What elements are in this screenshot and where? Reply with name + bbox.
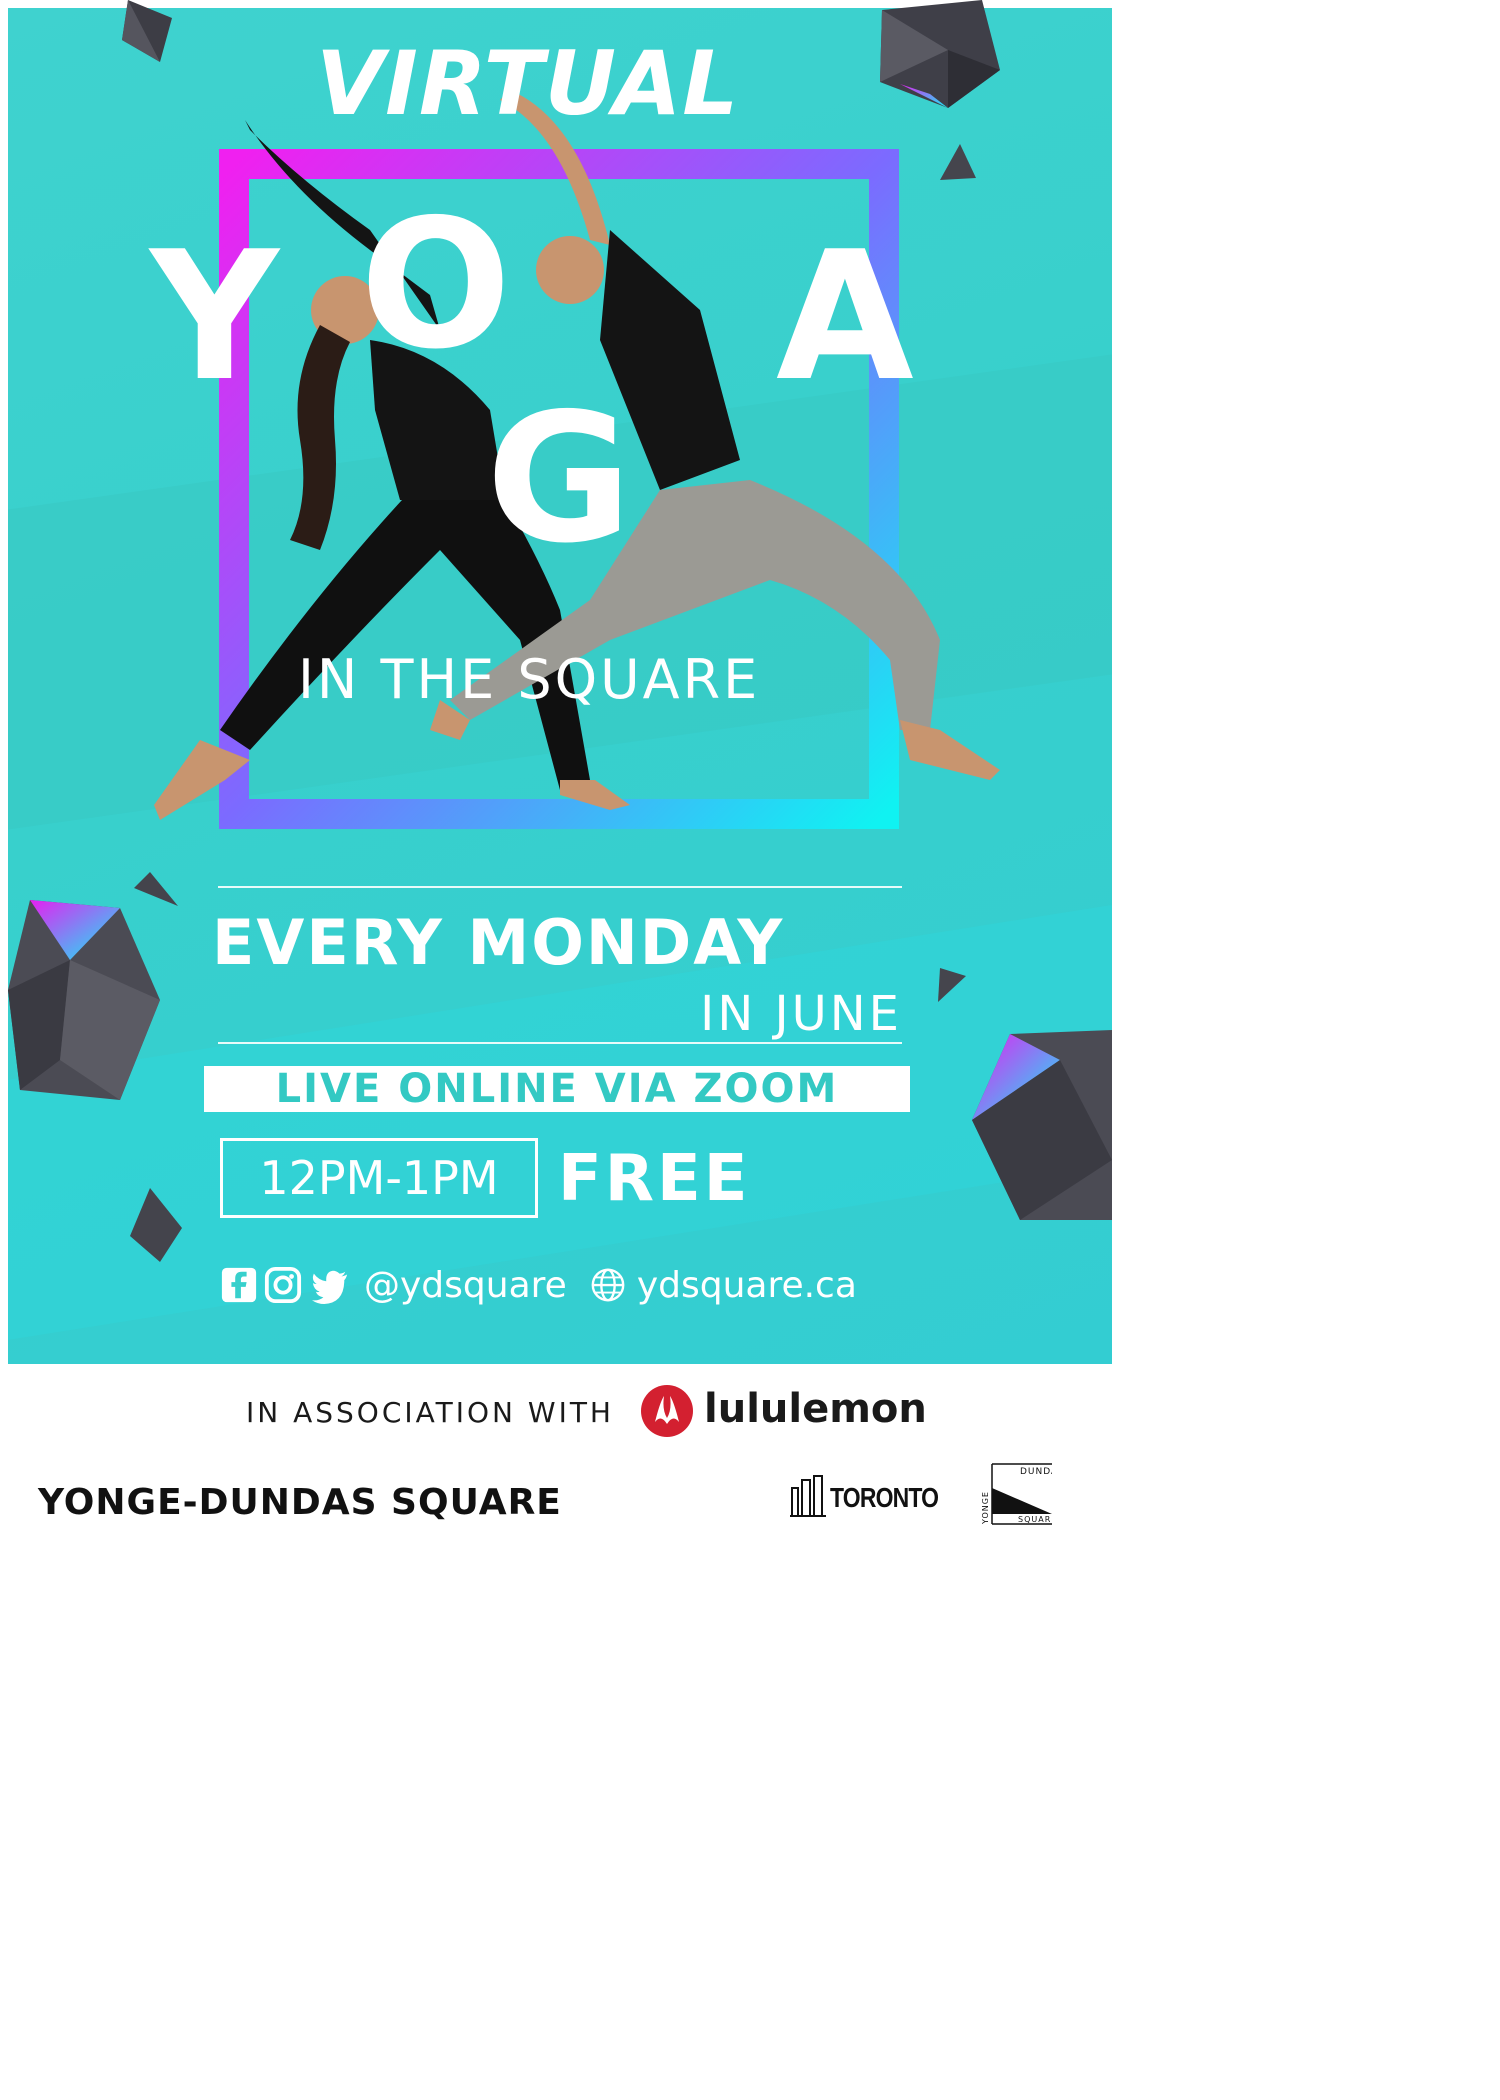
divider bbox=[218, 886, 902, 888]
globe-icon bbox=[591, 1268, 625, 1302]
instagram-icon[interactable] bbox=[264, 1266, 302, 1304]
headline-letter-o: O bbox=[360, 181, 512, 388]
logo-word-square: SQUARE bbox=[1018, 1515, 1052, 1524]
social-handle[interactable]: @ydsquare bbox=[364, 1265, 567, 1306]
logo-word-yonge: YONGE bbox=[981, 1491, 990, 1525]
headline-in-the-square: IN THE SQUARE bbox=[298, 648, 761, 711]
social-row: @ydsquare ydsquare.ca bbox=[220, 1260, 857, 1310]
headline-letter-g: G bbox=[486, 375, 633, 582]
headline-virtual: VIRTUAL bbox=[316, 32, 740, 135]
lululemon-logo-icon bbox=[641, 1385, 693, 1437]
schedule-month: IN JUNE bbox=[700, 986, 902, 1042]
platform-text: LIVE ONLINE VIA ZOOM bbox=[275, 1066, 839, 1112]
schedule-days: EVERY MONDAY bbox=[212, 906, 785, 979]
yonge-dundas-square-logo: DUNDAS YONGE SQUARE bbox=[981, 1463, 1052, 1525]
headline-letter-y: Y bbox=[150, 213, 279, 420]
facebook-icon[interactable] bbox=[220, 1266, 258, 1304]
toronto-city-hall-icon bbox=[790, 1475, 826, 1517]
headline-letter-a: A bbox=[776, 213, 914, 420]
divider bbox=[218, 1042, 902, 1044]
toronto-logo-text: TORONTO bbox=[830, 1482, 939, 1513]
event-price: FREE bbox=[558, 1142, 751, 1216]
event-time: 12PM-1PM bbox=[220, 1138, 538, 1218]
website-link[interactable]: ydsquare.ca bbox=[637, 1265, 857, 1306]
association-text: IN ASSOCIATION WITH bbox=[246, 1396, 614, 1429]
sponsor-name: lululemon bbox=[704, 1386, 927, 1432]
poster: VIRTUAL Y O G A IN THE SQUARE EVERY MOND… bbox=[0, 0, 1120, 1568]
venue-name: YONGE-DUNDAS SQUARE bbox=[38, 1482, 562, 1523]
platform-banner: LIVE ONLINE VIA ZOOM bbox=[204, 1066, 910, 1112]
logo-word-dundas: DUNDAS bbox=[1020, 1467, 1052, 1477]
twitter-icon[interactable] bbox=[308, 1266, 352, 1304]
